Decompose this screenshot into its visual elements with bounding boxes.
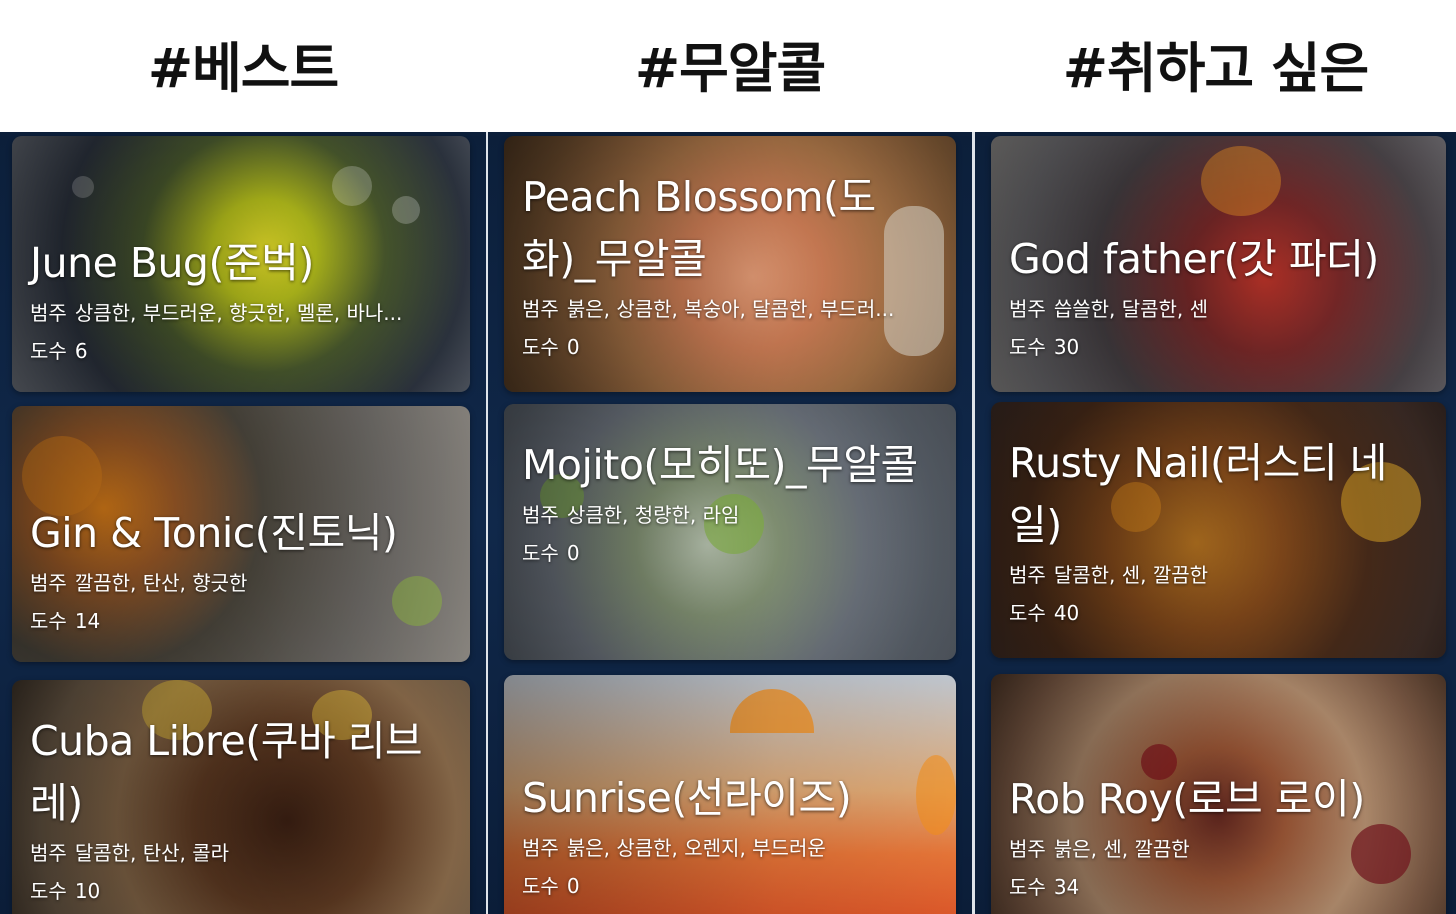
- cocktail-name: God father(갓 파더): [1009, 235, 1379, 283]
- column-strong: #취하고 싶은 God father(갓 파더) 범주 씁쓸한, 달콤한, 센 도…: [975, 0, 1456, 914]
- cocktail-abv: 도수 0: [522, 541, 580, 565]
- cocktail-name: Mojito(모히또)_무알콜: [522, 441, 918, 489]
- cocktail-tags: 범주 달콤한, 탄산, 콜라: [30, 841, 230, 865]
- cocktail-name: Rob Roy(로브 로이): [1009, 775, 1365, 823]
- cocktail-abv: 도수 0: [522, 874, 580, 898]
- card-list-non-alcoholic[interactable]: Peach Blossom(도화)_무알콜 범주 붉은, 상큼한, 복숭아, 달콤…: [488, 132, 972, 914]
- cocktail-abv: 도수 10: [30, 879, 101, 903]
- cocktail-tags: 범주 상큼한, 부드러운, 향긋한, 멜론, 바나...: [30, 301, 403, 325]
- cocktail-card-june-bug[interactable]: June Bug(준벅) 범주 상큼한, 부드러운, 향긋한, 멜론, 바나...…: [12, 136, 470, 392]
- column-heading-best: #베스트: [0, 0, 486, 132]
- cocktail-card-gin-tonic[interactable]: Gin & Tonic(진토닉) 범주 깔끔한, 탄산, 향긋한 도수 14: [12, 406, 470, 662]
- cocktail-card-sunrise[interactable]: Sunrise(선라이즈) 범주 붉은, 상큼한, 오렌지, 부드러운 도수 0: [504, 675, 956, 914]
- cocktail-card-rob-roy[interactable]: Rob Roy(로브 로이) 범주 붉은, 센, 깔끔한 도수 34: [991, 674, 1446, 914]
- column-heading-strong: #취하고 싶은: [975, 0, 1456, 132]
- cocktail-tags: 범주 달콤한, 센, 깔끔한: [1009, 563, 1209, 587]
- cocktail-name: Gin & Tonic(진토닉): [30, 509, 398, 557]
- cocktail-card-peach-blossom[interactable]: Peach Blossom(도화)_무알콜 범주 붉은, 상큼한, 복숭아, 달콤…: [504, 136, 956, 392]
- cocktail-name: Cuba Libre(쿠바 리브레): [30, 717, 423, 827]
- cocktail-name: Sunrise(선라이즈): [522, 774, 852, 822]
- cocktail-name: Rusty Nail(러스티 네일): [1009, 439, 1387, 549]
- cocktail-name: June Bug(준벅): [30, 239, 314, 287]
- cocktail-card-god-father[interactable]: God father(갓 파더) 범주 씁쓸한, 달콤한, 센 도수 30: [991, 136, 1446, 392]
- cocktail-tags: 범주 붉은, 센, 깔끔한: [1009, 837, 1190, 861]
- card-list-strong[interactable]: God father(갓 파더) 범주 씁쓸한, 달콤한, 센 도수 30 Rust…: [975, 132, 1456, 914]
- cocktail-abv: 도수 0: [522, 335, 580, 359]
- cocktail-card-mojito[interactable]: Mojito(모히또)_무알콜 범주 상큼한, 청량한, 라임 도수 0: [504, 404, 956, 660]
- cocktail-abv: 도수 40: [1009, 601, 1080, 625]
- cocktail-abv: 도수 30: [1009, 335, 1080, 359]
- column-non-alcoholic: #무알콜 Peach Blossom(도화)_무알콜 범주 붉은, 상큼한, 복숭…: [488, 0, 972, 914]
- column-heading-non-alcoholic: #무알콜: [488, 0, 972, 132]
- cocktail-name: Peach Blossom(도화)_무알콜: [522, 173, 876, 283]
- column-best: #베스트 June Bug(준벅) 범주 상큼한, 부드러운, 향긋한, 멜론, …: [0, 0, 486, 914]
- cocktail-tags: 범주 붉은, 상큼한, 오렌지, 부드러운: [522, 836, 826, 860]
- cocktail-tags: 범주 상큼한, 청량한, 라임: [522, 503, 740, 527]
- cocktail-tags: 범주 씁쓸한, 달콤한, 센: [1009, 297, 1209, 321]
- cocktail-abv: 도수 34: [1009, 875, 1080, 899]
- cocktail-abv: 도수 6: [30, 339, 88, 363]
- card-list-best[interactable]: June Bug(준벅) 범주 상큼한, 부드러운, 향긋한, 멜론, 바나...…: [0, 132, 486, 914]
- cocktail-tags: 범주 깔끔한, 탄산, 향긋한: [30, 571, 248, 595]
- cocktail-tags: 범주 붉은, 상큼한, 복숭아, 달콤한, 부드러...: [522, 297, 895, 321]
- cocktail-abv: 도수 14: [30, 609, 101, 633]
- cocktail-card-rusty-nail[interactable]: Rusty Nail(러스티 네일) 범주 달콤한, 센, 깔끔한 도수 40: [991, 402, 1446, 658]
- cocktail-card-cuba-libre[interactable]: Cuba Libre(쿠바 리브레) 범주 달콤한, 탄산, 콜라 도수 10: [12, 680, 470, 914]
